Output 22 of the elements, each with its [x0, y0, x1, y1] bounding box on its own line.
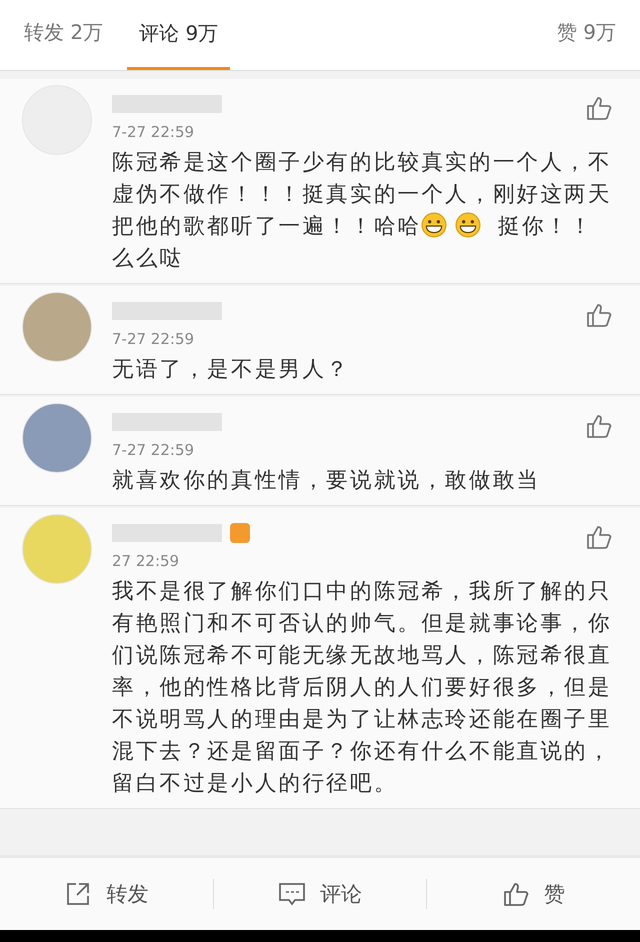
comment-text: 就喜欢你的真性情，要说就说，敢做敢当 — [112, 467, 542, 495]
thumbs-up-icon[interactable] — [586, 302, 612, 328]
action-button[interactable]: 转发 — [0, 858, 213, 930]
comment-text: 无语了，是不是男人？ — [112, 356, 351, 384]
action-button[interactable]: 赞 — [427, 858, 640, 930]
grinning-face-icon — [455, 212, 482, 238]
comment-time: 7-27 22:59 — [112, 330, 196, 348]
comment-icon — [278, 881, 306, 907]
comment-time: 7-27 22:59 — [112, 441, 196, 459]
comment-text: 陈冠希是这个圈子少有的比较真实的一个人，不虚伪不做作！！！挺真实的一个人，刚好这两天把他的歌都听了一遍！！哈哈 挺你！！么么哒 — [112, 149, 613, 273]
comment-text: 我不是很了解你们口中的陈冠希，我所了解的只有艳照门和不可否认的帅气。但是就事论事，你们说陈冠希不可能无缘无故地骂人，陈冠希很直率，他的性格比背后阴人的人们要好很多，但是不说明骂人的理由是为了让林志玲还能在圈子里混下去？还是留面子？你还有什么不能直说的，留白不过是小人的行径吧。 — [112, 578, 613, 798]
likes-tab[interactable]: 赞 9万 — [556, 0, 616, 70]
tab[interactable]: 评论 9万 — [127, 0, 230, 70]
tab[interactable]: 转发 2万 — [24, 0, 104, 70]
thumbs-up-icon[interactable] — [586, 413, 612, 439]
thumbs-up-icon[interactable] — [586, 524, 612, 550]
action-button[interactable]: 评论 — [214, 858, 426, 930]
comment-time: 27 22:59 — [112, 552, 180, 570]
grinning-face-icon — [421, 212, 448, 238]
thumbs-up-icon[interactable] — [586, 95, 612, 121]
comment-time: 7-27 22:59 — [112, 123, 196, 141]
thumbs-up-icon — [502, 881, 530, 907]
